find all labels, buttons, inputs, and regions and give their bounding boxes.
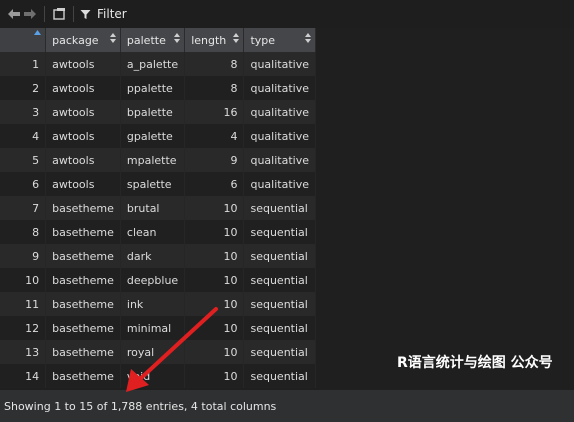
annotation-arrow	[126, 307, 218, 392]
